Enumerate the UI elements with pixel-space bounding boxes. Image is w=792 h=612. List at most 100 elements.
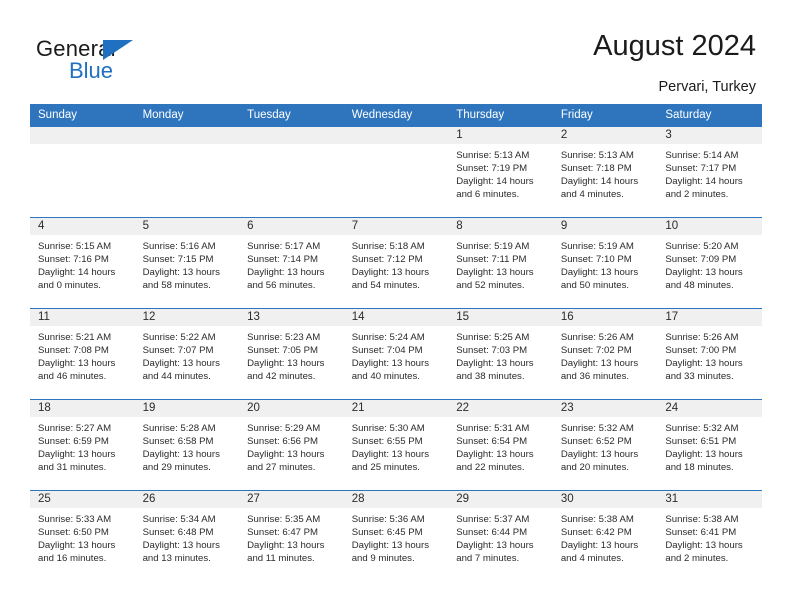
sunset-text: Sunset: 6:55 PM — [351, 436, 423, 448]
calendar-day-cell[interactable]: 11 Sunrise: 5:21 AM Sunset: 7:08 PM Dayligh… — [30, 308, 135, 400]
calendar-day-cell[interactable]: 29 Sunrise: 5:37 AM Sunset: 6:44 PM Dayligh… — [448, 490, 553, 581]
calendar-day-cell[interactable]: 4 Sunrise: 5:15 AM Sunset: 7:16 PM Daylight… — [30, 217, 135, 309]
sunset-text: Sunset: 6:48 PM — [142, 527, 214, 539]
sunrise-text: Sunrise: 5:18 AM — [351, 241, 425, 252]
day-number: 3 — [657, 127, 762, 144]
day-number: 22 — [448, 400, 553, 417]
daylight-text-line1: Daylight: 13 hours — [38, 358, 116, 370]
calendar-day-cell[interactable]: 9 Sunrise: 5:19 AM Sunset: 7:10 PM Daylight… — [552, 217, 658, 309]
weekday-header-monday: Monday — [134, 104, 240, 127]
calendar-day-cell[interactable]: 26 Sunrise: 5:34 AM Sunset: 6:48 PM Dayligh… — [134, 490, 240, 581]
calendar-day-cell[interactable]: 24 Sunrise: 5:32 AM Sunset: 6:51 PM Dayligh… — [657, 399, 762, 491]
day-cell-inner: 5 Sunrise: 5:16 AM Sunset: 7:15 PM Daylight… — [134, 218, 240, 308]
daylight-text-line2: and 54 minutes. — [351, 280, 420, 292]
calendar-day-cell[interactable]: 6 Sunrise: 5:17 AM Sunset: 7:14 PM Daylight… — [239, 217, 344, 309]
day-cell-inner: 6 Sunrise: 5:17 AM Sunset: 7:14 PM Daylight… — [239, 218, 344, 308]
daylight-text-line2: and 27 minutes. — [247, 462, 316, 474]
daylight-text-line1: Daylight: 13 hours — [247, 449, 325, 461]
calendar-day-cell[interactable]: 3 Sunrise: 5:14 AM Sunset: 7:17 PM Daylight… — [657, 127, 762, 218]
calendar-day-cell-empty — [239, 127, 344, 218]
day-number: 26 — [134, 491, 240, 508]
day-number: 14 — [343, 309, 449, 326]
calendar-day-cell[interactable]: 28 Sunrise: 5:36 AM Sunset: 6:45 PM Dayligh… — [343, 490, 449, 581]
sunrise-text: Sunrise: 5:25 AM — [456, 332, 530, 343]
daylight-text-line1: Daylight: 13 hours — [247, 267, 325, 279]
calendar-day-cell[interactable]: 14 Sunrise: 5:24 AM Sunset: 7:04 PM Dayligh… — [343, 308, 449, 400]
calendar-day-cell[interactable]: 19 Sunrise: 5:28 AM Sunset: 6:58 PM Dayligh… — [134, 399, 240, 491]
daylight-text-line2: and 36 minutes. — [560, 371, 630, 383]
calendar-day-cell[interactable]: 2 Sunrise: 5:13 AM Sunset: 7:18 PM Daylight… — [552, 127, 658, 218]
day-cell-inner: 29 Sunrise: 5:37 AM Sunset: 6:44 PM Dayligh… — [448, 491, 553, 581]
calendar-week-row: 11 Sunrise: 5:21 AM Sunset: 7:08 PM Dayligh… — [30, 308, 762, 400]
calendar-day-cell[interactable]: 16 Sunrise: 5:26 AM Sunset: 7:02 PM Dayligh… — [552, 308, 658, 400]
sunset-text: Sunset: 7:03 PM — [456, 345, 528, 357]
sunrise-text: Sunrise: 5:20 AM — [665, 241, 739, 252]
calendar-day-cell[interactable]: 31 Sunrise: 5:38 AM Sunset: 6:41 PM Dayligh… — [657, 490, 762, 581]
daylight-text-line1: Daylight: 13 hours — [665, 358, 743, 370]
calendar-day-cell[interactable]: 10 Sunrise: 5:20 AM Sunset: 7:09 PM Dayligh… — [657, 217, 762, 309]
weekday-header-saturday: Saturday — [657, 104, 762, 127]
calendar-day-cell[interactable]: 1 Sunrise: 5:13 AM Sunset: 7:19 PM Daylight… — [448, 127, 553, 218]
calendar-day-cell[interactable]: 15 Sunrise: 5:25 AM Sunset: 7:03 PM Dayligh… — [448, 308, 553, 400]
calendar-day-cell[interactable]: 7 Sunrise: 5:18 AM Sunset: 7:12 PM Daylight… — [343, 217, 449, 309]
calendar-day-cell[interactable]: 21 Sunrise: 5:30 AM Sunset: 6:55 PM Dayligh… — [343, 399, 449, 491]
day-number: 12 — [134, 309, 240, 326]
sunset-text: Sunset: 6:54 PM — [456, 436, 528, 448]
calendar-week-row: 1 Sunrise: 5:13 AM Sunset: 7:19 PM Daylight… — [30, 127, 762, 218]
day-cell-inner: 15 Sunrise: 5:25 AM Sunset: 7:03 PM Dayligh… — [448, 309, 553, 399]
sunrise-text: Sunrise: 5:13 AM — [456, 150, 530, 161]
sunset-text: Sunset: 6:52 PM — [560, 436, 632, 448]
sunrise-text: Sunrise: 5:13 AM — [560, 150, 634, 161]
daylight-text-line2: and 22 minutes. — [456, 462, 525, 474]
day-details: Sunrise: 5:28 AM Sunset: 6:58 PM Daylight:… — [135, 417, 240, 474]
day-cell-inner: 21 Sunrise: 5:30 AM Sunset: 6:55 PM Dayligh… — [343, 400, 449, 490]
day-details: Sunrise: 5:30 AM Sunset: 6:55 PM Daylight:… — [344, 417, 449, 474]
day-number: 7 — [343, 218, 449, 235]
daylight-text-line1: Daylight: 13 hours — [456, 267, 534, 279]
daylight-text-line2: and 58 minutes. — [142, 280, 211, 292]
daylight-text-line1: Daylight: 13 hours — [560, 358, 639, 370]
day-cell-inner — [134, 127, 240, 217]
daylight-text-line2: and 16 minutes. — [38, 553, 107, 565]
calendar-day-cell[interactable]: 23 Sunrise: 5:32 AM Sunset: 6:52 PM Dayligh… — [552, 399, 658, 491]
day-number: 2 — [552, 127, 658, 144]
calendar-day-cell[interactable]: 8 Sunrise: 5:19 AM Sunset: 7:11 PM Daylight… — [448, 217, 553, 309]
calendar-day-cell[interactable]: 12 Sunrise: 5:22 AM Sunset: 7:07 PM Dayligh… — [134, 308, 240, 400]
page-title: August 2024 — [593, 30, 756, 62]
calendar-day-cell[interactable]: 22 Sunrise: 5:31 AM Sunset: 6:54 PM Dayligh… — [448, 399, 553, 491]
day-number: 11 — [30, 309, 135, 326]
brand-name-blue: Blue — [69, 58, 114, 83]
daylight-text-line2: and 18 minutes. — [665, 462, 734, 474]
sunrise-text: Sunrise: 5:22 AM — [142, 332, 216, 343]
day-details: Sunrise: 5:17 AM Sunset: 7:14 PM Daylight:… — [239, 235, 344, 292]
sunset-text: Sunset: 6:42 PM — [560, 527, 632, 539]
sunset-text: Sunset: 6:51 PM — [665, 436, 737, 448]
calendar-day-cell[interactable]: 27 Sunrise: 5:35 AM Sunset: 6:47 PM Dayligh… — [239, 490, 344, 581]
calendar-day-cell[interactable]: 20 Sunrise: 5:29 AM Sunset: 6:56 PM Dayligh… — [239, 399, 344, 491]
sunrise-text: Sunrise: 5:30 AM — [351, 423, 425, 434]
day-cell-inner — [343, 127, 449, 217]
calendar-day-cell[interactable]: 18 Sunrise: 5:27 AM Sunset: 6:59 PM Dayligh… — [30, 399, 135, 491]
brand-logo[interactable]: General Blue — [36, 36, 216, 88]
calendar-day-cell[interactable]: 17 Sunrise: 5:26 AM Sunset: 7:00 PM Dayligh… — [657, 308, 762, 400]
calendar-day-cell[interactable]: 30 Sunrise: 5:38 AM Sunset: 6:42 PM Dayligh… — [552, 490, 658, 581]
daylight-text-line2: and 56 minutes. — [247, 280, 316, 292]
weekday-header-friday: Friday — [552, 104, 658, 127]
day-details: Sunrise: 5:20 AM Sunset: 7:09 PM Daylight:… — [657, 235, 762, 292]
sunrise-text: Sunrise: 5:35 AM — [247, 514, 321, 525]
calendar-day-cell[interactable]: 25 Sunrise: 5:33 AM Sunset: 6:50 PM Dayligh… — [30, 490, 135, 581]
day-cell-inner: 30 Sunrise: 5:38 AM Sunset: 6:42 PM Dayligh… — [552, 491, 658, 581]
daylight-text-line1: Daylight: 13 hours — [456, 540, 534, 552]
calendar-day-cell[interactable]: 5 Sunrise: 5:16 AM Sunset: 7:15 PM Daylight… — [134, 217, 240, 309]
day-cell-inner — [239, 127, 344, 217]
day-cell-inner: 9 Sunrise: 5:19 AM Sunset: 7:10 PM Daylight… — [552, 218, 658, 308]
day-cell-inner: 2 Sunrise: 5:13 AM Sunset: 7:18 PM Daylight… — [552, 127, 658, 217]
daylight-text-line2: and 6 minutes. — [456, 189, 520, 201]
day-number: 21 — [343, 400, 449, 417]
day-number: 28 — [343, 491, 449, 508]
daylight-text-line2: and 9 minutes. — [351, 553, 415, 565]
sunrise-text: Sunrise: 5:31 AM — [456, 423, 530, 434]
day-number: 20 — [239, 400, 344, 417]
calendar-day-cell[interactable]: 13 Sunrise: 5:23 AM Sunset: 7:05 PM Dayligh… — [239, 308, 344, 400]
day-number: 29 — [448, 491, 553, 508]
